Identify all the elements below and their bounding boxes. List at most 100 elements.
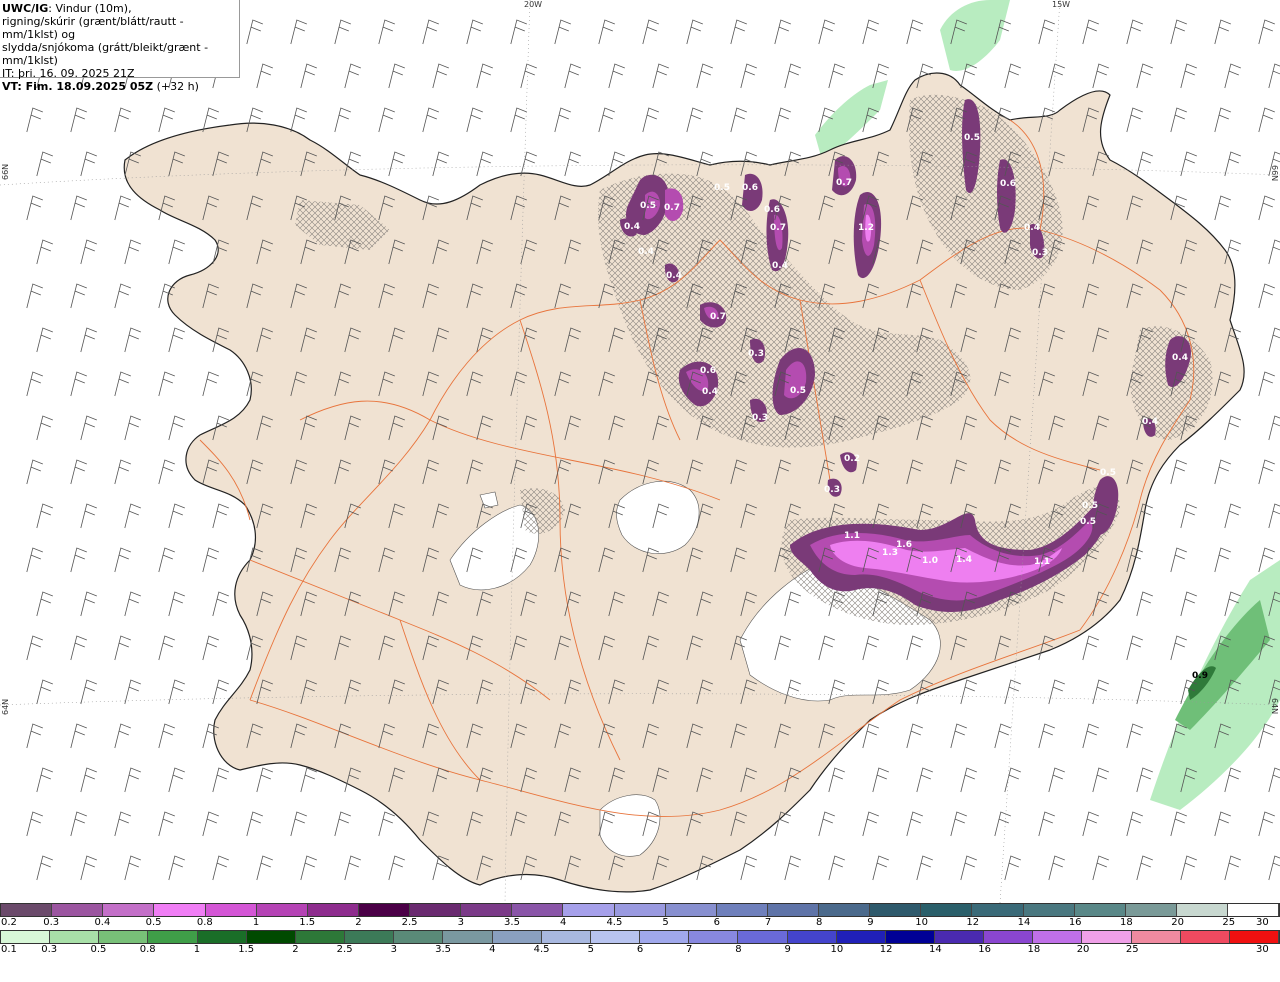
scale-label: 3 bbox=[457, 917, 464, 928]
scale-swatch bbox=[921, 904, 973, 916]
scale-label: 2.5 bbox=[401, 917, 418, 928]
scale-swatch bbox=[1125, 904, 1177, 916]
scale-swatch bbox=[819, 904, 871, 916]
scale-label: 0.2 bbox=[1, 917, 17, 928]
scale-label: 2 bbox=[355, 917, 362, 928]
precip-value-label: 0.5 bbox=[714, 183, 730, 193]
precip-value-label: 0.4 bbox=[666, 271, 682, 281]
scale-swatch bbox=[665, 904, 717, 916]
precip-value-label: 0.5 bbox=[1100, 468, 1116, 478]
scale-label: 0.3 bbox=[43, 917, 60, 928]
precip-value-label: 1.2 bbox=[858, 223, 874, 233]
scale-swatch bbox=[246, 931, 296, 943]
scale-swatch bbox=[614, 904, 666, 916]
scale-label: 20 bbox=[1076, 944, 1090, 955]
scale-swatch bbox=[99, 931, 149, 943]
scale-swatch bbox=[295, 931, 346, 943]
scale-swatch bbox=[1033, 931, 1083, 943]
precip-value-label: 1.0 bbox=[922, 556, 938, 566]
precip-value-label: 0.3 bbox=[752, 413, 768, 423]
scale-label: 0.4 bbox=[94, 917, 111, 928]
model-name: UWC/IG bbox=[2, 2, 49, 15]
lat-label-66n-left: 66N bbox=[1, 164, 10, 180]
scale-label: 18 bbox=[1120, 917, 1133, 928]
scale-swatch bbox=[1023, 904, 1075, 916]
scale-swatch bbox=[410, 904, 462, 916]
precip-value-label: 0.5 bbox=[640, 201, 656, 211]
precip-value-label: 0.6 bbox=[1000, 179, 1016, 189]
lat-label-66n-right: 66N bbox=[1270, 165, 1279, 181]
scale-swatch bbox=[870, 904, 922, 916]
scale-swatch bbox=[394, 931, 444, 943]
scale-label: 6 bbox=[636, 944, 644, 955]
scale-label: 3.5 bbox=[504, 917, 520, 928]
lat-label-64n-right: 64N bbox=[1270, 698, 1279, 714]
scale-label: 0.5 bbox=[90, 944, 107, 955]
scale-label: 30 bbox=[1256, 917, 1269, 928]
scale-label: 1.5 bbox=[299, 917, 316, 928]
scale-label: 4.5 bbox=[606, 917, 623, 928]
scale-swatch bbox=[461, 904, 513, 916]
scale-swatch bbox=[640, 931, 690, 943]
lat-label-64n-left: 64N bbox=[1, 699, 10, 715]
scale-swatch bbox=[1074, 904, 1126, 916]
scale-swatch bbox=[1, 904, 53, 916]
scale-label: 9 bbox=[867, 917, 874, 928]
scale-swatch bbox=[689, 931, 739, 943]
scale-label: 10 bbox=[830, 944, 844, 955]
scale-label: 2.5 bbox=[336, 944, 353, 955]
precip-value-label: 0.7 bbox=[836, 178, 852, 188]
precip-value-label: 0.6 bbox=[764, 205, 780, 215]
scale-label: 0.8 bbox=[139, 944, 156, 955]
scale-label: 16 bbox=[1068, 917, 1082, 928]
scale-label: 5 bbox=[662, 917, 669, 928]
precip-value-label: 0.4 bbox=[702, 387, 718, 397]
weather-map[interactable]: 0.5 0.7 0.4 0.4 0.4 0.5 0.6 0.6 0.7 0.4 0.7 1.2 0.5 0… bbox=[0, 0, 1280, 903]
valid-time: VT: Fim. 18.09.2025 05Z bbox=[2, 80, 154, 93]
scale-label: 1.5 bbox=[238, 944, 255, 955]
scale-swatch bbox=[934, 931, 985, 943]
scale-swatch bbox=[256, 904, 308, 916]
scale-label: 0.3 bbox=[41, 944, 58, 955]
scale-swatch bbox=[52, 904, 104, 916]
scale-swatch bbox=[885, 931, 935, 943]
scale-label: 0.1 bbox=[1, 944, 17, 955]
scale-label: 7 bbox=[764, 917, 772, 928]
scale-swatch bbox=[154, 904, 206, 916]
scale-swatch bbox=[512, 904, 564, 916]
scale-label: 2 bbox=[292, 944, 299, 955]
precip-value-label: 0.5 bbox=[1080, 517, 1096, 527]
precip-value-label: 0.4 bbox=[638, 247, 654, 257]
scale-label: 4 bbox=[560, 917, 567, 928]
scale-swatch bbox=[541, 931, 591, 943]
scale-swatch bbox=[197, 931, 247, 943]
scale-label: 10 bbox=[915, 917, 928, 928]
scale-swatch bbox=[492, 931, 542, 943]
precip-value-label: 0.6 bbox=[700, 366, 716, 376]
scale-swatch bbox=[716, 904, 768, 916]
precip-value-label: 1.4 bbox=[956, 555, 972, 565]
scale-label: 0.8 bbox=[196, 917, 213, 928]
scale-swatch bbox=[1176, 904, 1228, 916]
lon-label-20w: 20W bbox=[524, 0, 542, 9]
scale-label: 5 bbox=[587, 944, 594, 955]
scale-swatch bbox=[787, 931, 837, 943]
scale-swatch bbox=[103, 904, 155, 916]
precip-value-label: 0.5 bbox=[790, 386, 806, 396]
scale-label: 14 bbox=[1017, 917, 1031, 928]
scale-label: 9 bbox=[784, 944, 791, 955]
precip-value-label: 0.7 bbox=[664, 203, 680, 213]
legend-snow-description: slydda/snjókoma (grátt/bleikt/grænt - mm… bbox=[2, 41, 209, 67]
legend-rain-description: rigning/skúrir (grænt/blátt/rautt - mm/1… bbox=[2, 15, 184, 41]
precip-value-label: 0.4 bbox=[624, 222, 640, 232]
precip-value-label: 0.7 bbox=[710, 312, 726, 322]
precip-value-label: 0.4 bbox=[772, 261, 788, 271]
init-time: IT: þri. 16. 09. 2025 21Z bbox=[2, 67, 135, 80]
scale-swatch bbox=[443, 931, 493, 943]
title-rest: : Vindur (10m), bbox=[48, 2, 132, 15]
scale-swatch bbox=[836, 931, 886, 943]
scale-label: 8 bbox=[735, 944, 742, 955]
scale-swatch bbox=[972, 904, 1024, 916]
scale-swatch bbox=[563, 904, 615, 916]
scale-label: 6 bbox=[713, 917, 720, 928]
